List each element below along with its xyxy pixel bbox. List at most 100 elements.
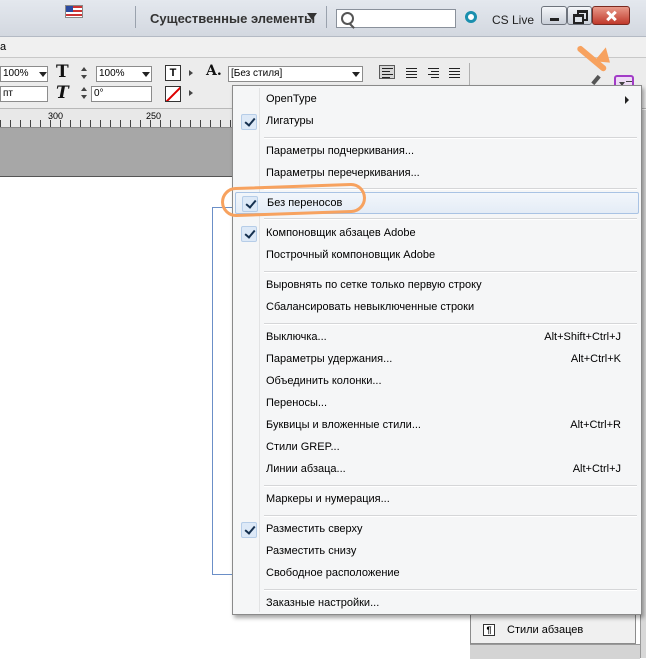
baseline-shift-field[interactable]: пт	[0, 86, 48, 102]
ruler-ticks	[0, 120, 240, 127]
align-left-button[interactable]	[379, 65, 395, 79]
menu-item-free-placement[interactable]: Свободное расположение	[235, 563, 639, 585]
menu-item-label: Стили GREP...	[266, 441, 340, 453]
menu-item-shortcut: Alt+Ctrl+J	[572, 463, 621, 475]
menu-item-label: Компоновщик абзацев Adobe	[266, 227, 416, 239]
menu-separator	[264, 271, 637, 273]
menu-separator	[264, 218, 637, 220]
menu-item-label: Линии абзаца...	[266, 463, 346, 475]
chevron-down-icon[interactable]	[307, 13, 317, 20]
menu-item-label: Выровнять по сетке только первую строку	[266, 279, 482, 291]
menu-item-shortcut: Alt+Ctrl+K	[570, 353, 621, 365]
horizontal-ruler[interactable]: 300 250	[0, 109, 240, 128]
menu-item-label: Заказные настройки...	[266, 597, 380, 609]
vertical-scale-icon: T	[56, 62, 69, 82]
minimize-button[interactable]	[541, 6, 567, 25]
submenu-arrow-icon	[625, 96, 629, 104]
language-flag-icon[interactable]	[65, 5, 83, 18]
panel-dock-bottom	[470, 644, 640, 659]
menu-separator	[264, 137, 637, 139]
menu-item-align-first-line-to-grid[interactable]: Выровнять по сетке только первую строку	[235, 275, 639, 297]
menu-item-shortcut: Alt+Ctrl+R	[570, 419, 621, 431]
menu-item-place-top[interactable]: Разместить сверху	[235, 519, 639, 541]
menu-item-shortcut: Alt+Shift+Ctrl+J	[544, 331, 621, 343]
restore-button[interactable]	[567, 6, 592, 25]
menu-item-underline-options[interactable]: Параметры подчеркивания...	[235, 141, 639, 163]
menu-item-label: Переносы...	[266, 397, 328, 409]
chevron-down-icon[interactable]	[142, 72, 150, 77]
spinner-arrows-icon[interactable]	[80, 66, 89, 82]
menu-item-ligatures[interactable]: Лигатуры	[235, 111, 639, 133]
menu-item-label: Объединить колонки...	[266, 375, 382, 387]
chevron-down-icon[interactable]	[352, 72, 360, 77]
stroke-swatch-icon[interactable]	[165, 86, 181, 102]
cs-live-label[interactable]: CS Live	[492, 13, 534, 27]
chevron-right-icon[interactable]	[189, 90, 193, 96]
paragraph-styles-icon: ¶	[483, 624, 495, 636]
menu-item-keep-options[interactable]: Параметры удержания... Alt+Ctrl+K	[235, 349, 639, 371]
ruler-label: 250	[146, 111, 162, 121]
menu-separator	[264, 589, 637, 591]
check-mark-icon	[241, 226, 257, 242]
menu-item-opentype[interactable]: OpenType	[235, 89, 639, 111]
cs-live-icon[interactable]	[465, 11, 477, 23]
menu-item-partial[interactable]: а	[0, 41, 6, 53]
paragraph-panel-menu: OpenType Лигатуры Параметры подчеркивани…	[232, 85, 642, 615]
search-icon	[341, 12, 354, 25]
menu-bar: а	[0, 37, 646, 58]
ruler-label: 300	[48, 111, 64, 121]
align-center-button[interactable]	[403, 65, 419, 79]
menu-item-bullets-numbering[interactable]: Маркеры и нумерация...	[235, 489, 639, 511]
menu-item-paragraph-rules[interactable]: Линии абзаца... Alt+Ctrl+J	[235, 459, 639, 481]
pasteboard	[0, 128, 240, 177]
menu-separator	[264, 515, 637, 517]
menu-separator	[264, 485, 637, 487]
menu-item-strikethrough-options[interactable]: Параметры перечеркивания...	[235, 163, 639, 185]
menu-item-balance-ragged-lines[interactable]: Сбалансировать невыключенные строки	[235, 297, 639, 319]
annotation-highlight-circle	[220, 182, 367, 218]
menu-item-custom-settings[interactable]: Заказные настройки...	[235, 593, 639, 615]
menu-item-label: OpenType	[266, 93, 317, 105]
menu-item-grep-styles[interactable]: Стили GREP...	[235, 437, 639, 459]
check-mark-icon	[241, 114, 257, 130]
title-separator	[326, 6, 327, 28]
close-button[interactable]	[592, 6, 630, 25]
menu-item-label: Параметры подчеркивания...	[266, 145, 415, 157]
menu-item-label: Лигатуры	[266, 115, 314, 127]
justify-button[interactable]	[446, 65, 462, 79]
menu-item-span-columns[interactable]: Объединить колонки...	[235, 371, 639, 393]
title-separator	[135, 6, 136, 28]
paragraph-style-icon: A.	[206, 63, 222, 79]
menu-item-adobe-single-line-composer[interactable]: Построчный компоновщик Adobe	[235, 245, 639, 267]
skew-icon: T	[56, 83, 69, 103]
menu-item-label: Построчный компоновщик Adobe	[266, 249, 436, 261]
menu-item-label: Параметры удержания...	[266, 353, 393, 365]
align-right-button[interactable]	[425, 65, 441, 79]
menu-item-label: Разместить сверху	[266, 523, 363, 535]
menu-item-label: Буквицы и вложенные стили...	[266, 419, 421, 431]
menu-item-label: Выключка...	[266, 331, 327, 343]
menu-item-place-bottom[interactable]: Разместить снизу	[235, 541, 639, 563]
menu-item-hyphenation[interactable]: Переносы...	[235, 393, 639, 415]
menu-item-label: Разместить снизу	[266, 545, 357, 557]
menu-item-justification[interactable]: Выключка... Alt+Shift+Ctrl+J	[235, 327, 639, 349]
paragraph-style-select[interactable]: [Без стиля]	[228, 66, 363, 82]
workspace-switcher-label[interactable]: Существенные элементы	[150, 11, 315, 26]
menu-item-label: Маркеры и нумерация...	[266, 493, 390, 505]
chevron-right-icon[interactable]	[189, 70, 193, 76]
chevron-down-icon[interactable]	[39, 72, 47, 77]
title-bar: Существенные элементы CS Live	[0, 0, 646, 37]
spinner-arrows-icon[interactable]	[80, 86, 89, 102]
menu-item-adobe-paragraph-composer[interactable]: Компоновщик абзацев Adobe	[235, 223, 639, 245]
skew-angle-field[interactable]: 0°	[91, 86, 152, 102]
text-fill-icon[interactable]: T	[165, 65, 181, 81]
search-input[interactable]	[336, 9, 456, 28]
menu-item-label: Параметры перечеркивания...	[266, 167, 420, 179]
paragraph-styles-label: Стили абзацев	[507, 624, 584, 636]
menu-separator	[264, 323, 637, 325]
menu-item-label: Свободное расположение	[266, 567, 400, 579]
menu-item-label: Сбалансировать невыключенные строки	[266, 301, 475, 313]
paragraph-styles-panel-tab[interactable]: ¶ Стили абзацев	[470, 614, 636, 644]
check-mark-icon	[241, 522, 257, 538]
menu-item-drop-caps-nested-styles[interactable]: Буквицы и вложенные стили... Alt+Ctrl+R	[235, 415, 639, 437]
